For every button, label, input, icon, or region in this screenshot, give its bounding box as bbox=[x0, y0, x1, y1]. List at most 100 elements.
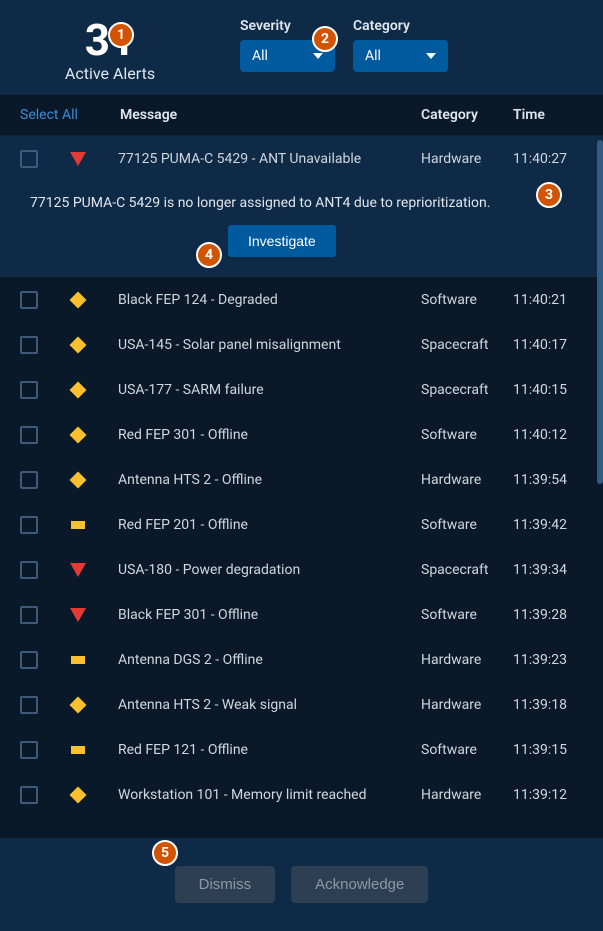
serious-icon bbox=[70, 381, 87, 398]
alert-category: Hardware bbox=[421, 472, 513, 488]
alert-category: Hardware bbox=[421, 151, 513, 167]
alert-category: Software bbox=[421, 607, 513, 623]
serious-icon bbox=[70, 471, 87, 488]
alert-message: Antenna DGS 2 - Offline bbox=[118, 652, 421, 668]
alert-checkbox[interactable] bbox=[20, 471, 38, 489]
alert-count-label: Active Alerts bbox=[20, 64, 200, 83]
alert-message: Red FEP 121 - Offline bbox=[118, 742, 421, 758]
alert-category: Spacecraft bbox=[421, 562, 513, 578]
caution-icon bbox=[71, 746, 85, 754]
alert-time: 11:40:17 bbox=[513, 337, 583, 353]
critical-icon bbox=[70, 152, 86, 166]
alert-row[interactable]: Antenna HTS 2 - Weak signalHardware11:39… bbox=[0, 682, 603, 727]
caution-icon bbox=[71, 521, 85, 529]
alert-checkbox[interactable] bbox=[20, 291, 38, 309]
alert-row[interactable]: 77125 PUMA-C 5429 - ANT UnavailableHardw… bbox=[0, 136, 603, 181]
alert-row[interactable]: Black FEP 124 - DegradedSoftware11:40:21 bbox=[0, 277, 603, 322]
alert-checkbox[interactable] bbox=[20, 606, 38, 624]
column-header-message: Message bbox=[120, 107, 421, 123]
alert-category: Hardware bbox=[421, 697, 513, 713]
alert-row[interactable]: Red FEP 201 - OfflineSoftware11:39:42 bbox=[0, 502, 603, 547]
alert-checkbox[interactable] bbox=[20, 426, 38, 444]
alert-checkbox[interactable] bbox=[20, 696, 38, 714]
alert-time: 11:39:12 bbox=[513, 787, 583, 803]
annotation-badge-2: 2 bbox=[312, 26, 338, 52]
alert-message: USA-177 - SARM failure bbox=[118, 382, 421, 398]
alert-category: Spacecraft bbox=[421, 382, 513, 398]
severity-icon bbox=[70, 607, 86, 623]
alert-checkbox[interactable] bbox=[20, 741, 38, 759]
severity-icon bbox=[70, 151, 86, 167]
caution-icon bbox=[71, 656, 85, 664]
chevron-down-icon bbox=[426, 53, 436, 59]
header: 31 Active Alerts Severity All Category A… bbox=[0, 0, 603, 95]
alert-time: 11:39:15 bbox=[513, 742, 583, 758]
alert-time: 11:39:28 bbox=[513, 607, 583, 623]
alert-checkbox[interactable] bbox=[20, 786, 38, 804]
alert-message: 77125 PUMA-C 5429 - ANT Unavailable bbox=[118, 151, 421, 167]
alert-time: 11:39:42 bbox=[513, 517, 583, 533]
alert-row[interactable]: USA-177 - SARM failureSpacecraft11:40:15 bbox=[0, 367, 603, 412]
alert-row[interactable]: Antenna DGS 2 - OfflineHardware11:39:23 bbox=[0, 637, 603, 682]
column-header-time: Time bbox=[513, 107, 583, 123]
filters: Severity All Category All bbox=[240, 18, 448, 72]
alert-message: Red FEP 301 - Offline bbox=[118, 427, 421, 443]
alert-checkbox[interactable] bbox=[20, 381, 38, 399]
annotation-badge-5: 5 bbox=[152, 840, 178, 866]
alert-message: Red FEP 201 - Offline bbox=[118, 517, 421, 533]
alert-checkbox[interactable] bbox=[20, 336, 38, 354]
serious-icon bbox=[70, 786, 87, 803]
severity-icon bbox=[70, 742, 86, 758]
severity-icon bbox=[70, 292, 86, 308]
alert-time: 11:40:12 bbox=[513, 427, 583, 443]
alert-row[interactable]: Antenna HTS 2 - OfflineHardware11:39:54 bbox=[0, 457, 603, 502]
category-dropdown-value: All bbox=[365, 48, 381, 64]
alert-checkbox[interactable] bbox=[20, 561, 38, 579]
scrollbar[interactable] bbox=[597, 140, 603, 484]
alert-row[interactable]: Red FEP 301 - OfflineSoftware11:40:12 bbox=[0, 412, 603, 457]
severity-icon bbox=[70, 517, 86, 533]
alert-message: Antenna HTS 2 - Weak signal bbox=[118, 697, 421, 713]
annotation-badge-3: 3 bbox=[536, 182, 562, 208]
alert-time: 11:39:34 bbox=[513, 562, 583, 578]
alert-message: USA-145 - Solar panel misalignment bbox=[118, 337, 421, 353]
chevron-down-icon bbox=[313, 53, 323, 59]
dismiss-button[interactable]: Dismiss bbox=[175, 866, 276, 903]
severity-icon bbox=[70, 652, 86, 668]
alert-detail-text: 77125 PUMA-C 5429 is no longer assigned … bbox=[30, 195, 573, 211]
severity-icon bbox=[70, 382, 86, 398]
serious-icon bbox=[70, 696, 87, 713]
alert-time: 11:39:23 bbox=[513, 652, 583, 668]
alert-row[interactable]: Workstation 101 - Memory limit reachedHa… bbox=[0, 772, 603, 808]
acknowledge-button[interactable]: Acknowledge bbox=[291, 866, 428, 903]
critical-icon bbox=[70, 563, 86, 577]
severity-icon bbox=[70, 427, 86, 443]
alert-row[interactable]: USA-145 - Solar panel misalignmentSpacec… bbox=[0, 322, 603, 367]
category-filter: Category All bbox=[353, 18, 448, 72]
alert-row[interactable]: USA-180 - Power degradationSpacecraft11:… bbox=[0, 547, 603, 592]
alert-expanded-detail: 77125 PUMA-C 5429 is no longer assigned … bbox=[0, 181, 603, 277]
alert-category: Software bbox=[421, 292, 513, 308]
category-dropdown[interactable]: All bbox=[353, 40, 448, 72]
category-filter-label: Category bbox=[353, 18, 448, 34]
alert-checkbox[interactable] bbox=[20, 150, 38, 168]
alert-category: Hardware bbox=[421, 787, 513, 803]
alert-row[interactable]: Black FEP 301 - OfflineSoftware11:39:28 bbox=[0, 592, 603, 637]
alerts-list: 77125 PUMA-C 5429 - ANT UnavailableHardw… bbox=[0, 136, 603, 808]
serious-icon bbox=[70, 291, 87, 308]
alert-category: Hardware bbox=[421, 652, 513, 668]
alert-row[interactable]: Red FEP 121 - OfflineSoftware11:39:15 bbox=[0, 727, 603, 772]
alert-category: Spacecraft bbox=[421, 337, 513, 353]
column-header-category: Category bbox=[421, 107, 513, 123]
investigate-button[interactable]: Investigate bbox=[228, 225, 336, 257]
alert-checkbox[interactable] bbox=[20, 516, 38, 534]
alert-time: 11:39:18 bbox=[513, 697, 583, 713]
select-all-link[interactable]: Select All bbox=[20, 107, 120, 123]
critical-icon bbox=[70, 608, 86, 622]
annotation-badge-4: 4 bbox=[196, 242, 222, 268]
severity-icon bbox=[70, 787, 86, 803]
severity-icon bbox=[70, 472, 86, 488]
alert-message: Workstation 101 - Memory limit reached bbox=[118, 787, 421, 803]
alert-time: 11:40:27 bbox=[513, 151, 583, 167]
alert-checkbox[interactable] bbox=[20, 651, 38, 669]
